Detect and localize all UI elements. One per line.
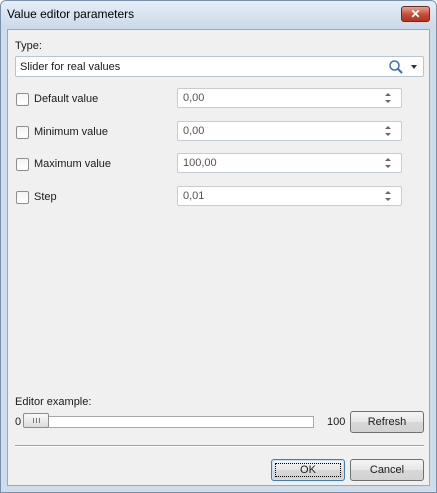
cancel-button[interactable]: Cancel	[350, 459, 424, 481]
dialog-body: Type: Slider for real values Default val…	[7, 29, 430, 486]
refresh-button-label: Refresh	[367, 416, 407, 428]
grip-line	[32, 418, 34, 423]
spin-down-icon[interactable]	[385, 165, 391, 168]
spin-down-icon[interactable]	[385, 100, 391, 103]
search-icon[interactable]	[388, 59, 404, 75]
dialog-window: Value editor parameters ✕ Type: Slider f…	[0, 0, 437, 493]
spin-up-icon[interactable]	[385, 158, 391, 161]
minimum-value-spinbox[interactable]: 0,00	[177, 121, 402, 141]
spin-up-icon[interactable]	[385, 126, 391, 129]
chevron-down-icon[interactable]	[411, 65, 417, 69]
step-spinbox[interactable]: 0,01	[177, 186, 402, 206]
spin-down-icon[interactable]	[385, 133, 391, 136]
refresh-button[interactable]: Refresh	[350, 411, 424, 433]
maximum-value-input[interactable]: 100,00	[183, 157, 217, 169]
step-checkbox[interactable]	[16, 191, 29, 204]
default-value-label: Default value	[34, 93, 99, 105]
cancel-button-label: Cancel	[369, 464, 405, 476]
title-bar[interactable]: Value editor parameters ✕	[1, 1, 436, 28]
spin-up-icon[interactable]	[385, 93, 391, 96]
step-label: Step	[34, 191, 57, 203]
spin-down-icon[interactable]	[385, 198, 391, 201]
ok-button[interactable]: OK	[271, 459, 345, 481]
grip-line	[35, 418, 37, 423]
slider-thumb[interactable]	[23, 413, 49, 428]
slider-max-label: 100	[327, 416, 346, 428]
type-label: Type:	[15, 40, 42, 52]
grip-line	[38, 418, 40, 423]
slider-track[interactable]	[41, 416, 314, 428]
type-combobox-value: Slider for real values	[20, 61, 121, 73]
focus-rect	[275, 463, 341, 477]
maximum-value-checkbox[interactable]	[16, 158, 29, 171]
slider-min-label: 0	[15, 416, 22, 428]
separator	[15, 445, 424, 447]
default-value-checkbox[interactable]	[16, 93, 29, 106]
minimum-value-checkbox[interactable]	[16, 126, 29, 139]
close-icon: ✕	[410, 7, 421, 21]
default-value-input[interactable]: 0,00	[183, 92, 204, 104]
editor-example-label: Editor example:	[15, 396, 92, 408]
maximum-value-label: Maximum value	[34, 158, 112, 170]
default-value-spinbox[interactable]: 0,00	[177, 88, 402, 108]
minimum-value-label: Minimum value	[34, 126, 108, 138]
close-button[interactable]: ✕	[401, 6, 430, 22]
window-title: Value editor parameters	[7, 7, 135, 21]
step-input[interactable]: 0,01	[183, 190, 204, 202]
maximum-value-spinbox[interactable]: 100,00	[177, 153, 402, 173]
type-combobox[interactable]: Slider for real values	[15, 56, 424, 77]
spin-up-icon[interactable]	[385, 191, 391, 194]
minimum-value-input[interactable]: 0,00	[183, 125, 204, 137]
